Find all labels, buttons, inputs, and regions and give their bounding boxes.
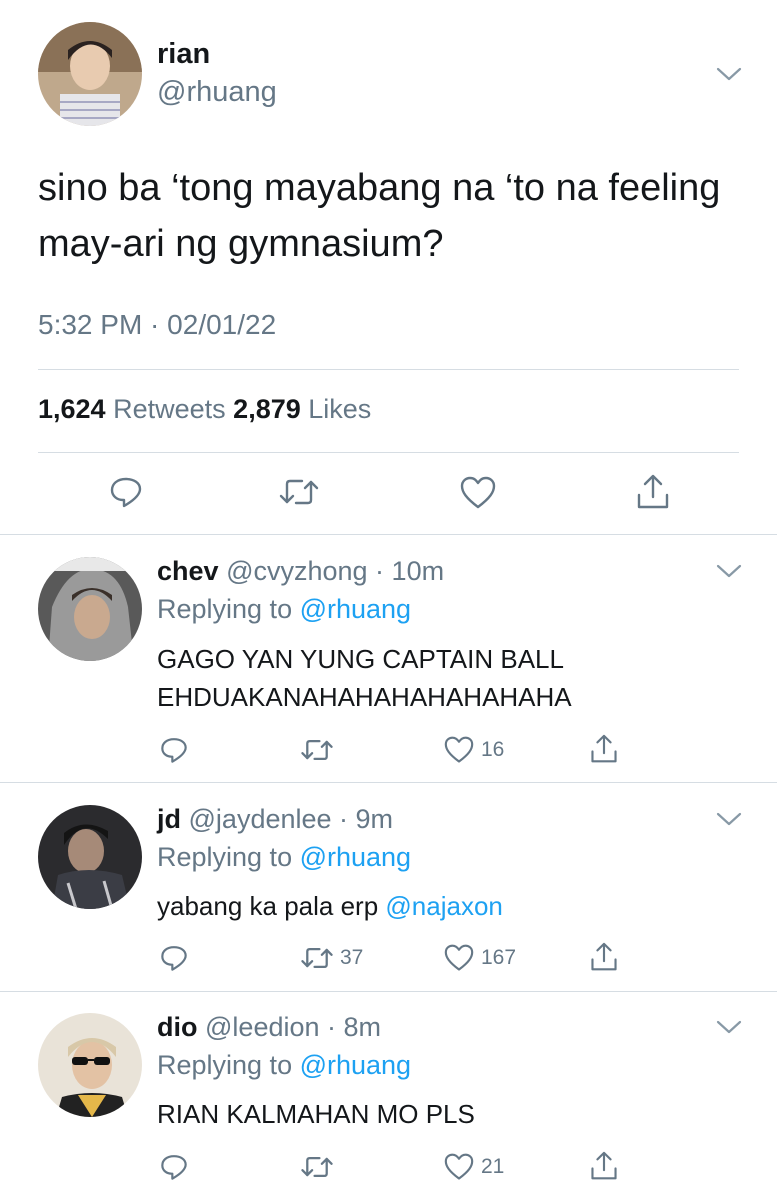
divider: [0, 534, 777, 535]
replying-to-link[interactable]: @rhuang: [300, 1050, 411, 1080]
replying-to: Replying to @rhuang: [157, 594, 411, 625]
reply-header: chev @cvyzhong · 10m: [157, 556, 444, 587]
share-icon[interactable]: [590, 1150, 618, 1182]
tweet-time: 5:32 PM: [38, 309, 143, 340]
like-icon[interactable]: [444, 944, 474, 972]
author-name[interactable]: rian: [157, 38, 210, 71]
reply-text-line: GAGO YAN YUNG CAPTAIN BALL: [157, 644, 564, 674]
divider: [38, 369, 739, 370]
reply-time-separator: ·: [367, 556, 392, 586]
reply-time[interactable]: 8m: [344, 1012, 382, 1042]
reply-text: yabang ka pala erp @najaxon: [157, 887, 677, 925]
divider: [0, 991, 777, 992]
reply-icon[interactable]: [159, 735, 189, 765]
tweet-timestamp[interactable]: 5:32 PM · 02/01/22: [38, 309, 276, 341]
reply-text: RIAN KALMAHAN MO PLS: [157, 1099, 475, 1129]
like-icon[interactable]: [444, 736, 474, 764]
divider: [0, 782, 777, 783]
chevron-down-icon[interactable]: [716, 66, 742, 82]
replying-to: Replying to @rhuang: [157, 1050, 411, 1081]
retweet-icon[interactable]: [300, 737, 334, 763]
like-label: Likes: [308, 394, 372, 424]
reply-author-handle[interactable]: @leedion: [205, 1012, 320, 1042]
retweet-count: 37: [340, 946, 364, 969]
reply-header: jd @jaydenlee · 9m: [157, 804, 393, 835]
reply-avatar[interactable]: [38, 1013, 142, 1117]
reply-avatar[interactable]: [38, 805, 142, 909]
likes-stat[interactable]: 2,879 Likes: [233, 394, 371, 424]
like-count: 2,879: [233, 394, 301, 424]
share-icon[interactable]: [590, 733, 618, 765]
chevron-down-icon[interactable]: [716, 1019, 742, 1035]
reply-avatar[interactable]: [38, 557, 142, 661]
divider: [38, 452, 739, 453]
reply-time-separator: ·: [319, 1012, 344, 1042]
retweet-icon[interactable]: [300, 1154, 334, 1180]
reply-icon[interactable]: [108, 474, 144, 510]
chevron-down-icon[interactable]: [716, 563, 742, 579]
share-icon[interactable]: [590, 941, 618, 973]
like-count: 167: [481, 946, 517, 969]
reply-time[interactable]: 9m: [356, 804, 394, 834]
reply-icon[interactable]: [159, 943, 189, 973]
mention-link[interactable]: @najaxon: [385, 891, 502, 921]
reply-time[interactable]: 10m: [392, 556, 445, 586]
like-icon[interactable]: [444, 1153, 474, 1181]
tweet-date: 02/01/22: [167, 309, 277, 340]
reply-author-handle[interactable]: @cvyzhong: [226, 556, 367, 586]
retweets-stat[interactable]: 1,624 Retweets: [38, 394, 226, 424]
reply-author-name[interactable]: jd: [157, 804, 181, 834]
author-handle[interactable]: @rhuang: [157, 76, 277, 109]
retweet-count: 1,624: [38, 394, 106, 424]
reply-time-separator: ·: [331, 804, 356, 834]
like-icon[interactable]: [460, 476, 496, 510]
replying-prefix: Replying to: [157, 842, 300, 872]
reply-text-content: yabang ka pala erp: [157, 891, 386, 921]
reply-text-line: EHDUAKANAHAHAHAHAHAHAHA: [157, 682, 572, 712]
like-count: 16: [481, 738, 505, 761]
reply-icon[interactable]: [159, 1152, 189, 1182]
replying-prefix: Replying to: [157, 1050, 300, 1080]
reply-text: GAGO YAN YUNG CAPTAIN BALL EHDUAKANAHAHAH…: [157, 640, 677, 716]
replying-to-link[interactable]: @rhuang: [300, 594, 411, 624]
like-count: 21: [481, 1155, 505, 1178]
tweet-stats: 1,624 Retweets 2,879 Likes: [38, 394, 371, 425]
chevron-down-icon[interactable]: [716, 811, 742, 827]
tweet-text: sino ba ‘tong mayabang na ‘to na feeling…: [38, 167, 721, 265]
replying-prefix: Replying to: [157, 594, 300, 624]
timestamp-separator: ·: [142, 309, 168, 340]
share-icon[interactable]: [636, 473, 670, 511]
retweet-icon[interactable]: [300, 945, 334, 971]
retweet-label: Retweets: [113, 394, 226, 424]
replying-to-link[interactable]: @rhuang: [300, 842, 411, 872]
reply-author-name[interactable]: chev: [157, 556, 219, 586]
reply-author-handle[interactable]: @jaydenlee: [189, 804, 332, 834]
author-avatar[interactable]: [38, 22, 142, 126]
reply-header: dio @leedion · 8m: [157, 1012, 381, 1043]
replying-to: Replying to @rhuang: [157, 842, 411, 873]
retweet-icon[interactable]: [278, 476, 320, 508]
reply-author-name[interactable]: dio: [157, 1012, 198, 1042]
